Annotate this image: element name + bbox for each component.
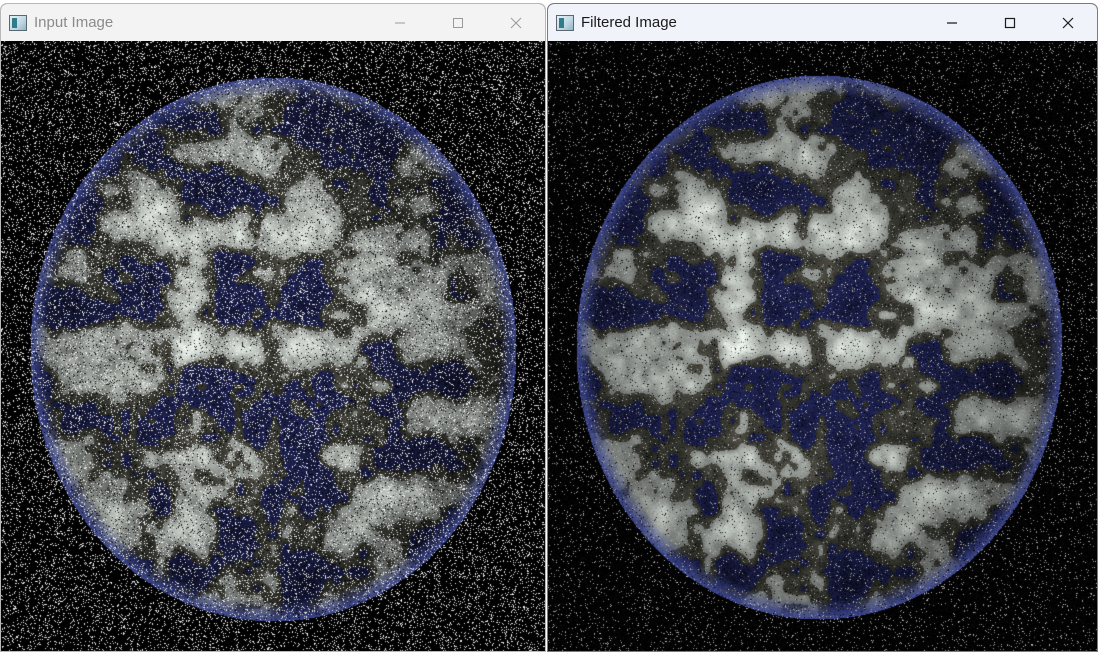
maximize-button[interactable] [981, 4, 1039, 41]
maximize-icon [1004, 17, 1016, 28]
maximize-icon [453, 17, 463, 28]
close-button[interactable] [487, 4, 545, 41]
titlebar[interactable]: Input Image [1, 4, 545, 41]
input-image-window[interactable]: Input Image [0, 3, 546, 652]
app-icon[interactable] [556, 14, 574, 31]
minimize-icon [395, 22, 405, 23]
filtered-earth-image [548, 41, 1097, 651]
maximize-button[interactable] [429, 4, 487, 41]
noisy-earth-image [1, 41, 545, 651]
minimize-button[interactable] [923, 4, 981, 41]
window-title: Filtered Image [581, 14, 677, 31]
minimize-icon [947, 21, 957, 24]
minimize-button[interactable] [371, 4, 429, 41]
image-area [1, 41, 545, 651]
app-icon[interactable] [9, 14, 27, 31]
close-button[interactable] [1039, 4, 1097, 41]
filtered-image-window[interactable]: Filtered Image [547, 3, 1098, 652]
window-title: Input Image [34, 14, 114, 31]
image-area [548, 41, 1097, 651]
titlebar[interactable]: Filtered Image [548, 4, 1097, 41]
close-icon [510, 17, 522, 28]
close-icon [1062, 17, 1074, 28]
